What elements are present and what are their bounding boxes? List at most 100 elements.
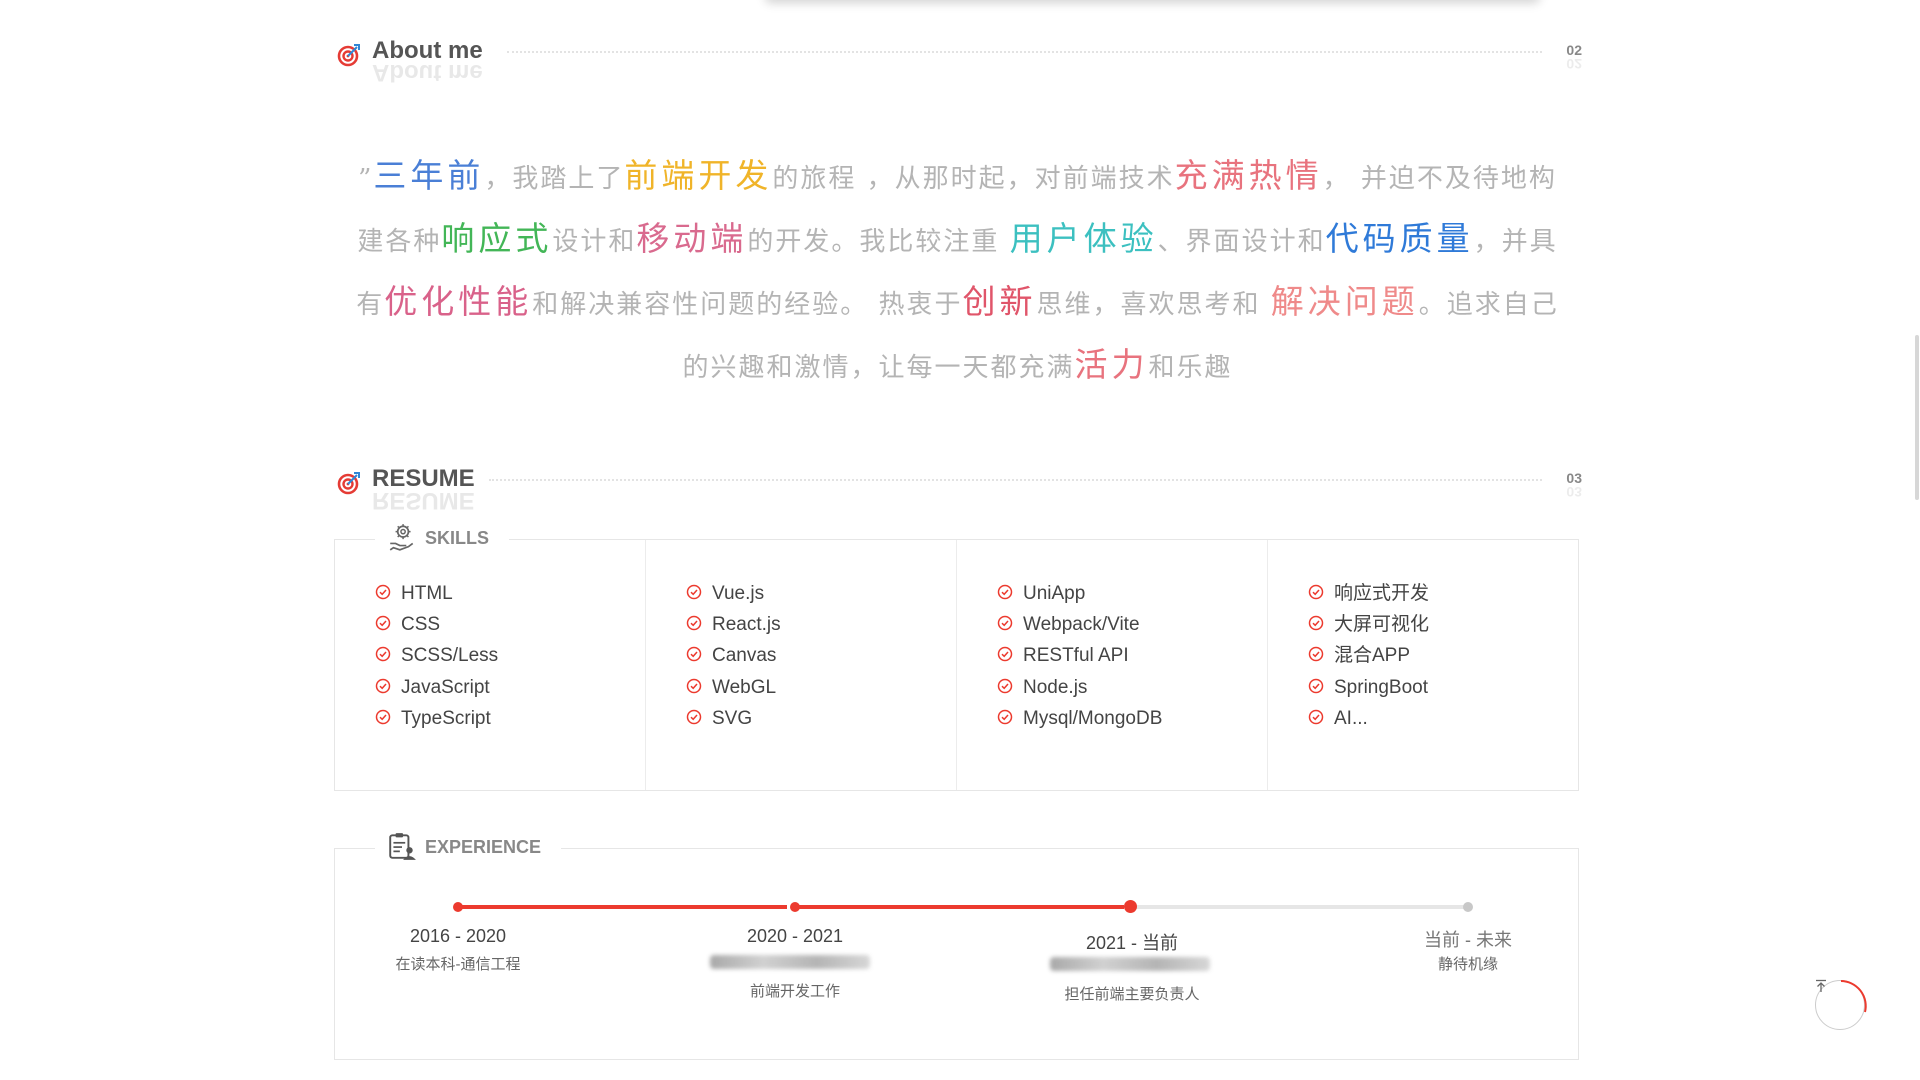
check-circle-icon (1308, 647, 1324, 662)
check-circle-icon (997, 616, 1013, 631)
skill-item: Canvas (686, 644, 776, 668)
clipboard-user-icon (389, 833, 416, 860)
timeline-segment-3 (1136, 905, 1471, 909)
check-circle-icon (375, 679, 391, 694)
check-circle-icon (1308, 585, 1324, 600)
skills-column-2: Vue.js React.js Canvas WebGL SVG (646, 540, 957, 790)
skills-column-4: 响应式开发 大屏可视化 混合APP SpringBoot AI... (1268, 540, 1579, 790)
timeline-dot-1 (453, 902, 463, 912)
timeline-desc-4: 静待机缘 (1437, 956, 1498, 973)
about-section-number-reflection: 02 (1566, 56, 1582, 72)
timeline-segment-2 (799, 905, 1124, 909)
about-divider (507, 51, 1542, 53)
page-scrollbar-thumb[interactable] (1915, 335, 1919, 500)
about-highlight-text: 优化性能 (384, 282, 533, 321)
check-circle-icon (1308, 679, 1324, 694)
timeline-dot-3 (1124, 900, 1137, 913)
about-highlight-text: 创新 (962, 282, 1037, 321)
experience-label: EXPERIENCE (375, 833, 562, 860)
about-text: 思维，喜欢思考和 (1036, 290, 1271, 320)
timeline-desc-3: 担任前端主要负责人 (1064, 986, 1200, 1003)
skill-item: JavaScript (375, 676, 490, 700)
skill-item: Vue.js (686, 582, 764, 606)
skill-item: AI... (1308, 707, 1368, 731)
about-text: 的开发。我比较注重 (747, 227, 1010, 257)
check-circle-icon (375, 647, 391, 662)
about-text: 和解决兼容性问题的经验。 热衷于 (532, 290, 963, 320)
check-circle-icon (686, 616, 702, 631)
check-circle-icon (375, 710, 391, 725)
about-title-reflection: About me (372, 59, 483, 86)
about-text: 的旅程 ，从那时起，对前端技术 (772, 164, 1175, 194)
check-circle-icon (375, 616, 391, 631)
resume-section-number-reflection: 03 (1566, 484, 1582, 500)
skill-item: TypeScript (375, 707, 491, 731)
check-circle-icon (997, 647, 1013, 662)
about-highlight-text: 活力 (1074, 345, 1149, 384)
redacted-company-name (710, 955, 870, 969)
skill-item: SCSS/Less (375, 644, 498, 668)
about-paragraph: ”三年前，我踏上了前端开发的旅程 ，从那时起，对前端技术充满热情， 并迫不及待地… (350, 146, 1565, 398)
timeline-segment-1 (457, 905, 787, 909)
skill-item: 响应式开发 (1308, 582, 1429, 606)
timeline-period-1: 2016 - 2020 (409, 926, 507, 946)
timeline-desc-1: 在读本科-通信工程 (395, 956, 521, 973)
about-highlight-text: 移动端 (636, 219, 748, 258)
skill-item: SpringBoot (1308, 676, 1428, 700)
skills-panel: HTML CSS SCSS/Less JavaScript TypeScript… (334, 524, 1579, 791)
timeline-dot-4 (1463, 902, 1473, 912)
check-circle-icon (686, 585, 702, 600)
resume-title-reflection: RESUME (372, 487, 475, 514)
check-circle-icon (1308, 616, 1324, 631)
skill-item: UniApp (997, 582, 1085, 606)
check-circle-icon (686, 679, 702, 694)
timeline-period-3: 2021 - 当前 (1085, 933, 1179, 953)
experience-panel: EXPERIENCE 2016 - 2020 在读本科-通信工程 2020 - … (334, 833, 1579, 1060)
about-text: 和乐趣 (1148, 353, 1233, 383)
check-circle-icon (997, 679, 1013, 694)
skills-column-1: HTML CSS SCSS/Less JavaScript TypeScript (335, 540, 646, 790)
about-text: ” (358, 164, 374, 194)
skill-item: RESTful API (997, 644, 1129, 668)
skill-item: WebGL (686, 676, 776, 700)
skills-label: SKILLS (375, 524, 510, 551)
about-text: ，我踏上了 (484, 164, 625, 194)
timeline-period-2: 2020 - 2021 (746, 926, 844, 946)
skill-item: SVG (686, 707, 752, 731)
about-text: 、界面设计和 (1157, 227, 1326, 257)
target-icon (337, 44, 360, 67)
about-text: 设计和 (552, 227, 637, 257)
check-circle-icon (997, 710, 1013, 725)
target-icon (337, 472, 360, 495)
check-circle-icon (375, 585, 391, 600)
timeline-dot-2 (790, 902, 800, 912)
about-highlight-text: 响应式 (441, 219, 553, 258)
about-section-header: About me About me 02 02 (337, 37, 1582, 86)
check-circle-icon (686, 710, 702, 725)
skills-column-3: UniApp Webpack/Vite RESTful API Node.js … (957, 540, 1268, 790)
timeline-period-4: 当前 - 未来 (1424, 930, 1512, 950)
redacted-company-name (1050, 957, 1210, 971)
arrow-up-to-line-icon (1816, 979, 1864, 1029)
about-highlight-text: 充满热情 (1174, 156, 1323, 195)
skill-item: Node.js (997, 676, 1087, 700)
hand-gear-icon (389, 524, 414, 551)
about-highlight-text: 解决问题 (1270, 282, 1419, 321)
skill-item: Mysql/MongoDB (997, 707, 1162, 731)
skill-item: 混合APP (1308, 644, 1410, 668)
back-to-top-button[interactable] (1815, 979, 1867, 1030)
about-highlight-text: 三年前 (373, 156, 485, 195)
check-circle-icon (686, 647, 702, 662)
skill-item: HTML (375, 582, 453, 606)
check-circle-icon (1308, 710, 1324, 725)
about-highlight-text: 前端开发 (624, 156, 773, 195)
skill-item: React.js (686, 613, 781, 637)
resume-divider (489, 479, 1542, 481)
about-highlight-text: 代码质量 (1325, 219, 1474, 258)
resume-section-header: RESUME RESUME 03 03 (337, 465, 1582, 514)
timeline-desc-2: 前端开发工作 (749, 983, 840, 1000)
skill-item: 大屏可视化 (1308, 613, 1429, 637)
check-circle-icon (997, 585, 1013, 600)
skill-item: CSS (375, 613, 440, 637)
skill-item: Webpack/Vite (997, 613, 1140, 637)
